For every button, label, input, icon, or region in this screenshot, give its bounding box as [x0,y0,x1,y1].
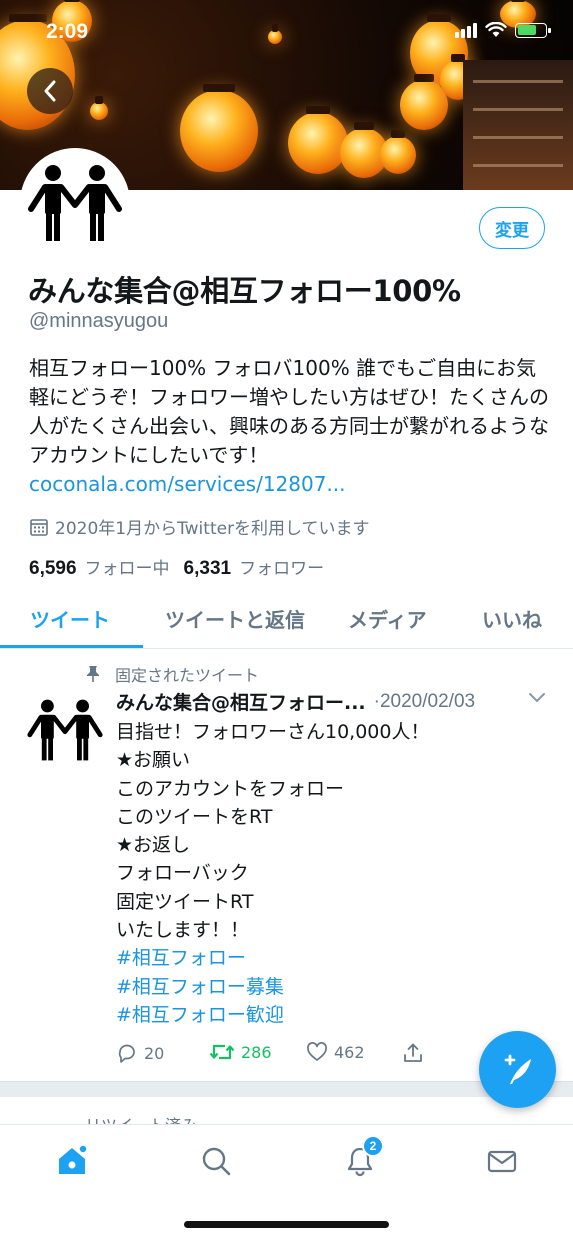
share-button[interactable] [402,1042,424,1064]
reply-count: 20 [144,1043,165,1063]
tab-media[interactable]: メディア [348,604,427,633]
nav-home[interactable] [52,1141,92,1181]
compose-tweet-button[interactable] [479,1031,556,1108]
status-bar: 2:09 [0,0,573,62]
pinned-label: 固定されたツイート [115,666,260,685]
profile-handle: @minnasyugou [29,310,169,332]
joined-text: 2020年1月からTwitterを利用しています [55,519,370,539]
home-icon [59,1144,88,1174]
tweet-line: このツイートをRT [116,805,273,828]
battery-icon [515,22,551,38]
tweet-line: 目指せ！フォロワーさん10,000人！ [116,721,430,743]
tweet-author-avatar[interactable] [24,692,106,768]
people-holding-hands-icon [28,165,122,241]
followers-count[interactable]: 6,331 [184,558,232,580]
tab-tweets[interactable]: ツイート [30,604,110,633]
tweet-header: みんな集合@相互フォロー... ·2020/02/03 [116,688,546,715]
mail-icon [487,1150,517,1173]
home-indicator [184,1221,389,1228]
follow-counts: 6,596 フォロー中 6,331 フォロワー [29,554,330,580]
tweet-body: 目指せ！フォロワーさん10,000人！ ★お願い このアカウントをフォロー この… [116,718,429,1029]
profile-avatar[interactable] [20,148,130,258]
status-time: 2:09 [46,20,89,43]
pinned-indicator: 固定されたツイート [85,662,259,686]
profile-bio: 相互フォロー100% フォロバ100% 誰でもご自由にお気軽にどうぞ！フォロワー… [29,354,549,499]
nav-messages[interactable] [482,1141,522,1181]
chevron-left-icon [44,80,56,102]
reply-button[interactable]: 20 [116,1042,164,1064]
joined-date: 2020年1月からTwitterを利用しています [29,514,370,539]
tweet-line: フォローバック [116,862,249,885]
following-label[interactable]: フォロー中 [85,554,170,579]
status-icons [455,22,551,38]
like-count: 462 [334,1042,365,1062]
edit-profile-button[interactable]: 変更 [479,207,545,249]
people-holding-hands-icon [27,699,103,761]
reply-icon [118,1044,135,1063]
nav-notifications[interactable]: 2 [340,1135,384,1181]
nav-search[interactable] [196,1141,236,1181]
back-button[interactable] [27,68,73,114]
tweet-line: ★お返し [116,834,191,857]
tweet-actions: 20 286 462 [116,1042,436,1070]
notification-badge: 2 [362,1135,384,1157]
wifi-icon [485,22,507,37]
hashtag-link[interactable]: #相互フォロー歓迎 [116,1001,429,1029]
chevron-down-icon[interactable] [528,692,546,704]
retweet-count: 286 [241,1042,272,1062]
pin-icon [87,666,99,682]
tweet-author-name[interactable]: みんな集合@相互フォロー... [116,688,366,715]
compose-feather-icon [504,1054,531,1084]
heart-icon [307,1042,327,1061]
search-icon [202,1147,231,1176]
profile-tabs: ツイート ツイートと返信 メディア いいね [0,595,573,649]
share-icon [404,1043,422,1062]
tweet-line: 固定ツイートRT [116,890,254,913]
market-stall [463,60,573,190]
retweet-button[interactable]: 286 [209,1042,272,1062]
tab-tweets-and-replies[interactable]: ツイートと返信 [165,604,305,633]
hashtag-link[interactable]: #相互フォロー [116,944,429,972]
followers-label[interactable]: フォロワー [239,554,324,579]
tweet-line: いたします！！ [116,919,250,942]
like-button[interactable]: 462 [306,1042,365,1062]
cellular-signal-icon [455,22,477,38]
retweet-icon [209,1044,235,1060]
active-tab-indicator [0,645,143,648]
tab-likes[interactable]: いいね [482,604,542,633]
calendar-icon [30,518,48,536]
bio-text: 相互フォロー100% フォロバ100% 誰でもご自由にお気軽にどうぞ！フォロワー… [29,356,549,467]
profile-display-name: みんな集合@相互フォロー100% [28,274,461,308]
tweet-date[interactable]: ·2020/02/03 [374,691,475,713]
hashtag-link[interactable]: #相互フォロー募集 [116,973,429,1001]
following-count[interactable]: 6,596 [29,558,77,580]
tweet-line: ★お願い [116,749,191,772]
tweet-line: このアカウントをフォロー [116,777,345,800]
bio-link[interactable]: coconala.com/services/12807... [29,472,346,496]
